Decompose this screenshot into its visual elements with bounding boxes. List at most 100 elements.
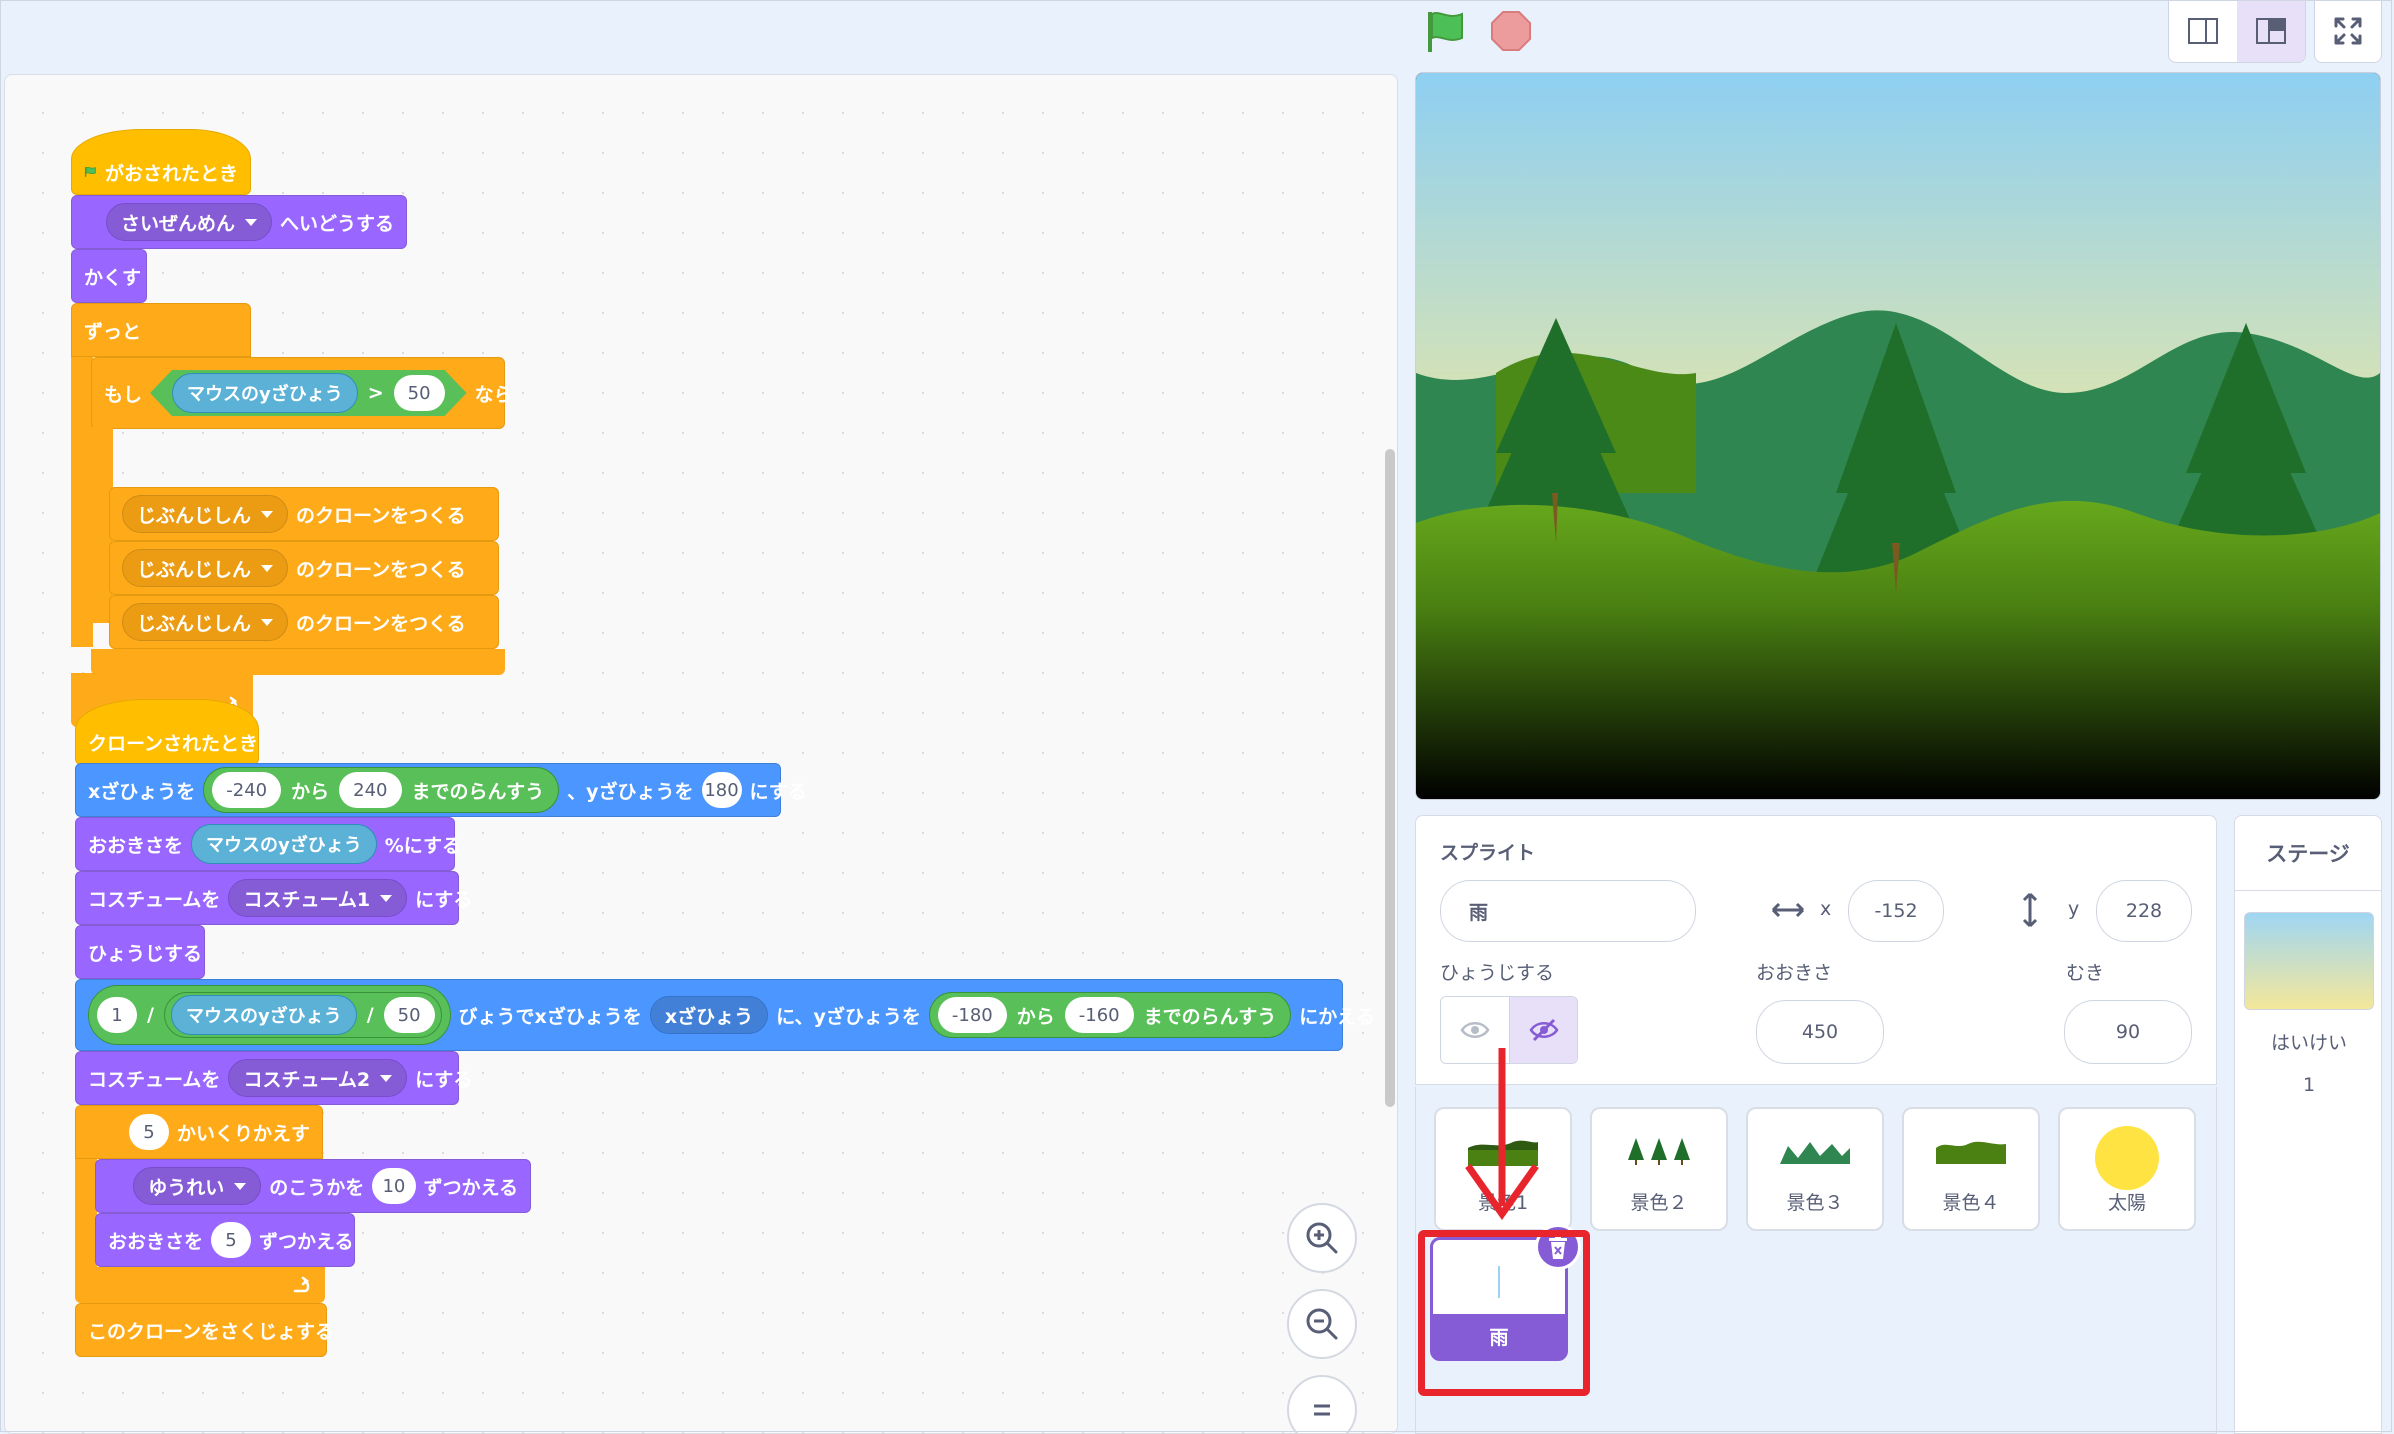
number-input[interactable]: 180 bbox=[701, 772, 742, 808]
inner-divide-operator[interactable]: マウスのyざひょう / 50 bbox=[163, 992, 442, 1038]
zoom-in-icon bbox=[1306, 1222, 1338, 1254]
number-input[interactable]: -160 bbox=[1064, 997, 1134, 1033]
block-text: おおきさを bbox=[88, 834, 184, 857]
show-block[interactable]: ひょうじする bbox=[75, 925, 205, 979]
number-input[interactable]: 5 bbox=[211, 1222, 252, 1258]
pick-random-operator[interactable]: -240 から 240 までのらんすう bbox=[203, 767, 560, 813]
block-text: にする bbox=[749, 780, 807, 803]
block-text: のこうかを bbox=[269, 1176, 365, 1199]
number-input[interactable]: -240 bbox=[212, 772, 282, 808]
forever-block[interactable]: ずっと bbox=[71, 303, 251, 357]
when-flag-clicked-block[interactable]: がおされたとき bbox=[71, 129, 251, 195]
number-input[interactable]: 5 bbox=[128, 1114, 169, 1150]
block-text: 、yざひょうを bbox=[567, 780, 694, 803]
mouse-y-reporter[interactable]: マウスのyざひょう bbox=[191, 824, 377, 864]
clone-dropdown[interactable]: じぶんじしん bbox=[122, 549, 289, 587]
x-label: x bbox=[1820, 898, 1832, 920]
go-to-random-xy-block[interactable]: xざひょうを -240 から 240 までのらんすう 、yざひょうを 180 に… bbox=[75, 763, 807, 817]
number-input[interactable]: 1 bbox=[97, 997, 137, 1033]
change-size-block[interactable]: おおきさを 5 ずつかえる bbox=[95, 1213, 355, 1267]
clone-dropdown[interactable]: じぶんじしん bbox=[122, 495, 289, 533]
sprite-name-input[interactable]: 雨 bbox=[1440, 880, 1696, 942]
number-input[interactable]: 50 bbox=[383, 997, 435, 1033]
operator-symbol: / bbox=[366, 1004, 374, 1026]
if-block[interactable]: もし マウスのyざひょう > 50 なら bbox=[91, 357, 513, 429]
sprite-name: 太陽 bbox=[2107, 1192, 2146, 1214]
x-position-reporter[interactable]: xざひょう bbox=[649, 996, 769, 1034]
direction-input[interactable]: 90 bbox=[2064, 1000, 2192, 1064]
fullscreen-button[interactable] bbox=[2314, 0, 2382, 63]
greater-than-operator[interactable]: マウスのyざひょう > 50 bbox=[150, 370, 467, 416]
stop-icon[interactable] bbox=[1490, 10, 1532, 52]
vertical-arrows-icon bbox=[2022, 892, 2038, 928]
pick-random-operator[interactable]: -180 から -160 までのらんすう bbox=[928, 992, 1292, 1038]
y-position-input[interactable]: 228 bbox=[2096, 880, 2192, 942]
clone-dropdown[interactable]: じぶんじしん bbox=[122, 603, 289, 641]
fullscreen-icon bbox=[2334, 17, 2362, 45]
stage-title: ステージ bbox=[2235, 816, 2381, 891]
block-text: までのらんすう bbox=[411, 780, 545, 803]
glide-block[interactable]: 1 / マウスのyざひょう / 50 びょうでxざひょうを xざひょう に、yざ… bbox=[75, 979, 1375, 1051]
block-text: へいどうする bbox=[279, 212, 394, 235]
mouse-y-reporter[interactable]: マウスのyざひょう bbox=[170, 995, 357, 1035]
block-text: がおされたとき bbox=[104, 162, 238, 185]
eye-icon bbox=[1460, 1022, 1490, 1038]
sprite-tile[interactable]: 太陽 bbox=[2058, 1107, 2196, 1231]
chevron-down-icon bbox=[261, 618, 274, 626]
when-clone-starts-block[interactable]: クローンされたとき bbox=[75, 699, 259, 765]
block-text: のクローンをつくる bbox=[296, 504, 466, 527]
block-text: おおきさを bbox=[108, 1230, 204, 1253]
block-text: ずつかえる bbox=[423, 1176, 518, 1199]
go-to-layer-block[interactable]: さいぜんめん へいどうする bbox=[71, 195, 407, 249]
number-input[interactable]: -180 bbox=[937, 997, 1007, 1033]
divide-operator[interactable]: 1 / マウスのyざひょう / 50 bbox=[88, 985, 451, 1045]
number-input[interactable]: 50 bbox=[394, 375, 445, 411]
block-text: のクローンをつくる bbox=[296, 558, 466, 581]
dropdown-label: ゆうれい bbox=[148, 1176, 225, 1199]
switch-costume-block[interactable]: コスチュームを コスチューム1 にする bbox=[75, 871, 472, 925]
zoom-out-button[interactable] bbox=[1287, 1289, 1357, 1359]
number-input[interactable]: 10 bbox=[372, 1168, 416, 1204]
stage-canvas[interactable] bbox=[1415, 72, 2381, 800]
red-arrow-icon bbox=[1465, 1048, 1539, 1221]
x-position-input[interactable]: -152 bbox=[1848, 880, 1944, 942]
stage-panel[interactable]: ステージ はいけい 1 bbox=[2234, 815, 2382, 1434]
vertical-scrollbar[interactable] bbox=[1385, 449, 1395, 1107]
equals-icon bbox=[1314, 1404, 1330, 1416]
small-stage-button[interactable] bbox=[2169, 0, 2237, 62]
costume-dropdown[interactable]: コスチューム1 bbox=[228, 879, 408, 917]
direction-label: むき bbox=[2066, 962, 2105, 984]
create-clone-block[interactable]: じぶんじしん のクローンをつくる bbox=[109, 487, 499, 541]
dropdown-label: コスチューム1 bbox=[243, 888, 371, 911]
switch-costume-block[interactable]: コスチュームを コスチューム2 にする bbox=[75, 1051, 472, 1105]
zoom-reset-button[interactable] bbox=[1287, 1375, 1357, 1433]
normal-stage-button[interactable] bbox=[2237, 0, 2305, 62]
code-area[interactable]: がおされたとき さいぜんめん へいどうする かくす ずっと もし マウスのyざひ… bbox=[4, 74, 1398, 1434]
costume-dropdown[interactable]: コスチューム2 bbox=[228, 1059, 408, 1097]
delete-clone-block[interactable]: このクローンをさくじょする bbox=[75, 1303, 334, 1357]
hide-block[interactable]: かくす bbox=[71, 249, 147, 303]
top-bar bbox=[0, 0, 2394, 72]
sprite-tile[interactable]: 景色３ bbox=[1746, 1107, 1884, 1231]
if-end bbox=[91, 649, 505, 675]
sprite-tile[interactable]: 景色２ bbox=[1590, 1107, 1728, 1231]
change-effect-block[interactable]: ゆうれい のこうかを 10 ずつかえる bbox=[95, 1159, 531, 1213]
number-input[interactable]: 240 bbox=[339, 772, 402, 808]
layer-dropdown[interactable]: さいぜんめん bbox=[105, 203, 272, 241]
block-text: びょうでxざひょうを bbox=[458, 1005, 642, 1028]
block-text: かいくりかえす bbox=[176, 1122, 310, 1145]
stage-scene bbox=[1416, 73, 2380, 799]
create-clone-block[interactable]: じぶんじしん のクローンをつくる bbox=[109, 541, 499, 595]
green-flag-icon[interactable] bbox=[1422, 8, 1472, 54]
zoom-in-button[interactable] bbox=[1287, 1203, 1357, 1273]
size-input[interactable]: 450 bbox=[1756, 1000, 1884, 1064]
stage-thumbnail[interactable] bbox=[2244, 912, 2374, 1010]
sprite-tile[interactable]: 景色４ bbox=[1902, 1107, 2040, 1231]
set-size-block[interactable]: おおきさを マウスのyざひょう %にする bbox=[75, 817, 461, 871]
create-clone-block[interactable]: じぶんじしん のクローンをつくる bbox=[109, 595, 499, 649]
effect-dropdown[interactable]: ゆうれい bbox=[133, 1167, 262, 1205]
block-text: にかえる bbox=[1299, 1005, 1375, 1028]
mouse-y-reporter[interactable]: マウスのyざひょう bbox=[172, 373, 358, 413]
repeat-block[interactable]: 5 かいくりかえす bbox=[75, 1105, 323, 1159]
chevron-down-icon bbox=[244, 218, 257, 226]
